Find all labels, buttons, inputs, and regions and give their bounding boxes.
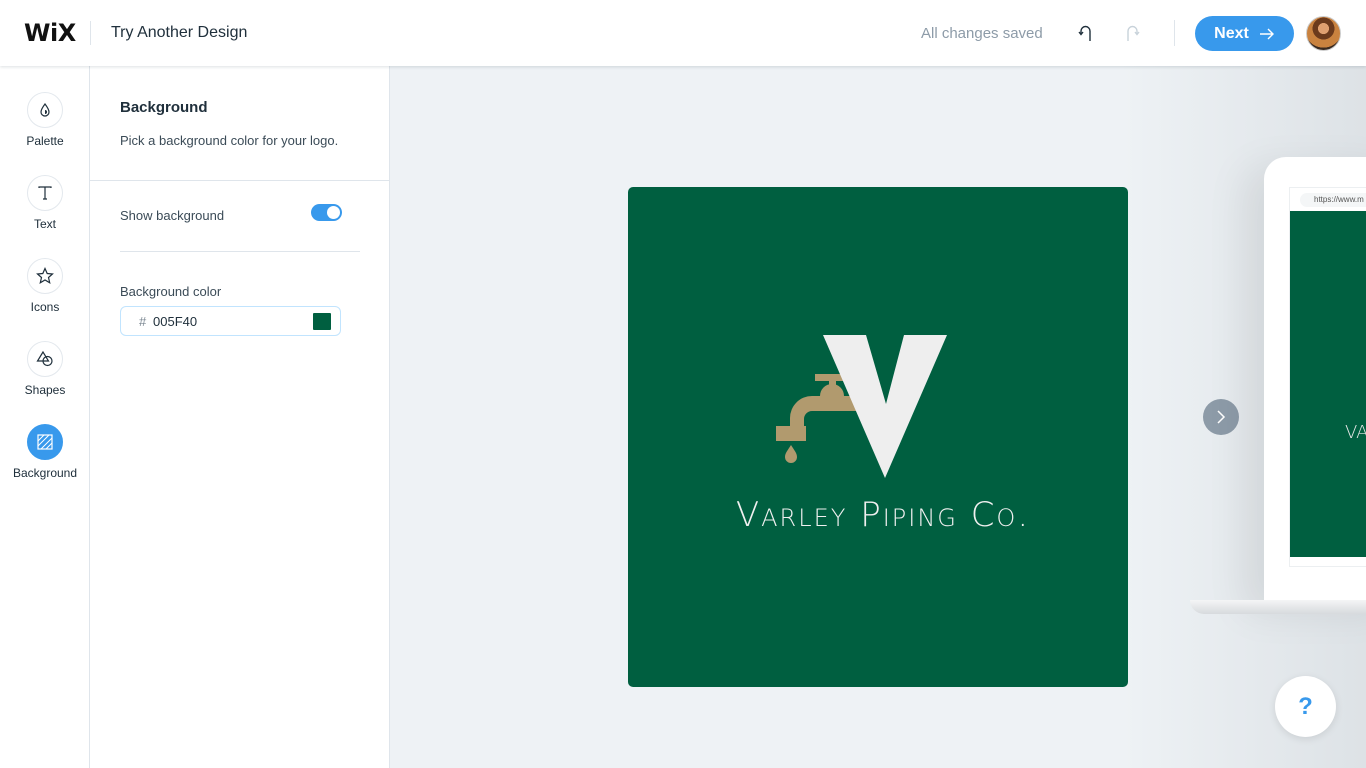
page-title: Try Another Design <box>111 24 248 41</box>
star-icon <box>36 267 54 285</box>
shapes-icon <box>36 350 53 367</box>
logo-name: Varley Piping Co. <box>735 495 1031 535</box>
sidebar-item-label: Background <box>12 466 78 480</box>
sidebar-item-icons[interactable]: Icons <box>0 258 90 314</box>
url-bar: https://www.m <box>1300 193 1366 207</box>
show-background-toggle[interactable] <box>311 204 342 221</box>
droplet-icon <box>40 102 50 117</box>
redo-icon <box>1127 25 1140 41</box>
background-color-label: Background color <box>120 284 222 299</box>
divider <box>90 180 389 181</box>
top-bar: WiX Try Another Design All changes saved… <box>0 0 1366 66</box>
panel-description: Pick a background color for your logo. <box>120 133 339 148</box>
text-t-icon <box>38 186 52 200</box>
tool-sidebar: Palette Text Icons Shapes Background <box>0 66 90 768</box>
divider <box>120 251 360 252</box>
undo-button[interactable] <box>1078 22 1100 44</box>
arrow-right-icon <box>1259 28 1274 39</box>
next-label: Next <box>1214 24 1249 42</box>
laptop-base <box>1190 600 1366 614</box>
logo-mark <box>776 335 947 478</box>
header-divider <box>1174 20 1175 46</box>
wix-logo[interactable]: WiX <box>24 19 76 47</box>
background-panel: Background Pick a background color for y… <box>90 66 390 768</box>
redo-button[interactable] <box>1124 22 1146 44</box>
background-color-field[interactable]: # <box>120 306 341 336</box>
hash-prefix: # <box>139 314 147 329</box>
logo-canvas: Varley Piping Co. https://www.m VA ? <box>390 66 1366 768</box>
chevron-right-icon <box>1217 410 1226 424</box>
color-swatch[interactable] <box>313 313 331 330</box>
next-design-button[interactable] <box>1203 399 1239 435</box>
laptop-screen: https://www.m VA <box>1289 187 1366 567</box>
user-avatar[interactable] <box>1306 16 1341 51</box>
hex-color-input[interactable] <box>153 314 303 329</box>
background-hatch-icon <box>37 434 53 450</box>
panel-title: Background <box>120 99 208 116</box>
laptop-mockup: https://www.m VA <box>1264 157 1366 602</box>
help-button[interactable]: ? <box>1275 676 1336 737</box>
logo-preview[interactable]: Varley Piping Co. <box>628 187 1128 687</box>
sidebar-item-shapes[interactable]: Shapes <box>0 341 90 397</box>
sidebar-item-label: Palette <box>26 134 64 148</box>
laptop-logo-preview: VA <box>1290 211 1366 557</box>
laptop-logo-text: VA <box>1345 422 1366 443</box>
sidebar-item-label: Shapes <box>24 383 66 397</box>
header-divider <box>90 21 91 45</box>
next-button[interactable]: Next <box>1195 16 1294 51</box>
sidebar-item-label: Text <box>33 217 56 231</box>
sidebar-item-palette[interactable]: Palette <box>0 92 90 148</box>
sidebar-item-background[interactable]: Background <box>0 424 90 480</box>
show-background-label: Show background <box>120 208 225 223</box>
sidebar-item-text[interactable]: Text <box>0 175 90 231</box>
sidebar-item-label: Icons <box>30 300 60 314</box>
undo-icon <box>1078 25 1091 41</box>
save-status: All changes saved <box>921 25 1043 42</box>
